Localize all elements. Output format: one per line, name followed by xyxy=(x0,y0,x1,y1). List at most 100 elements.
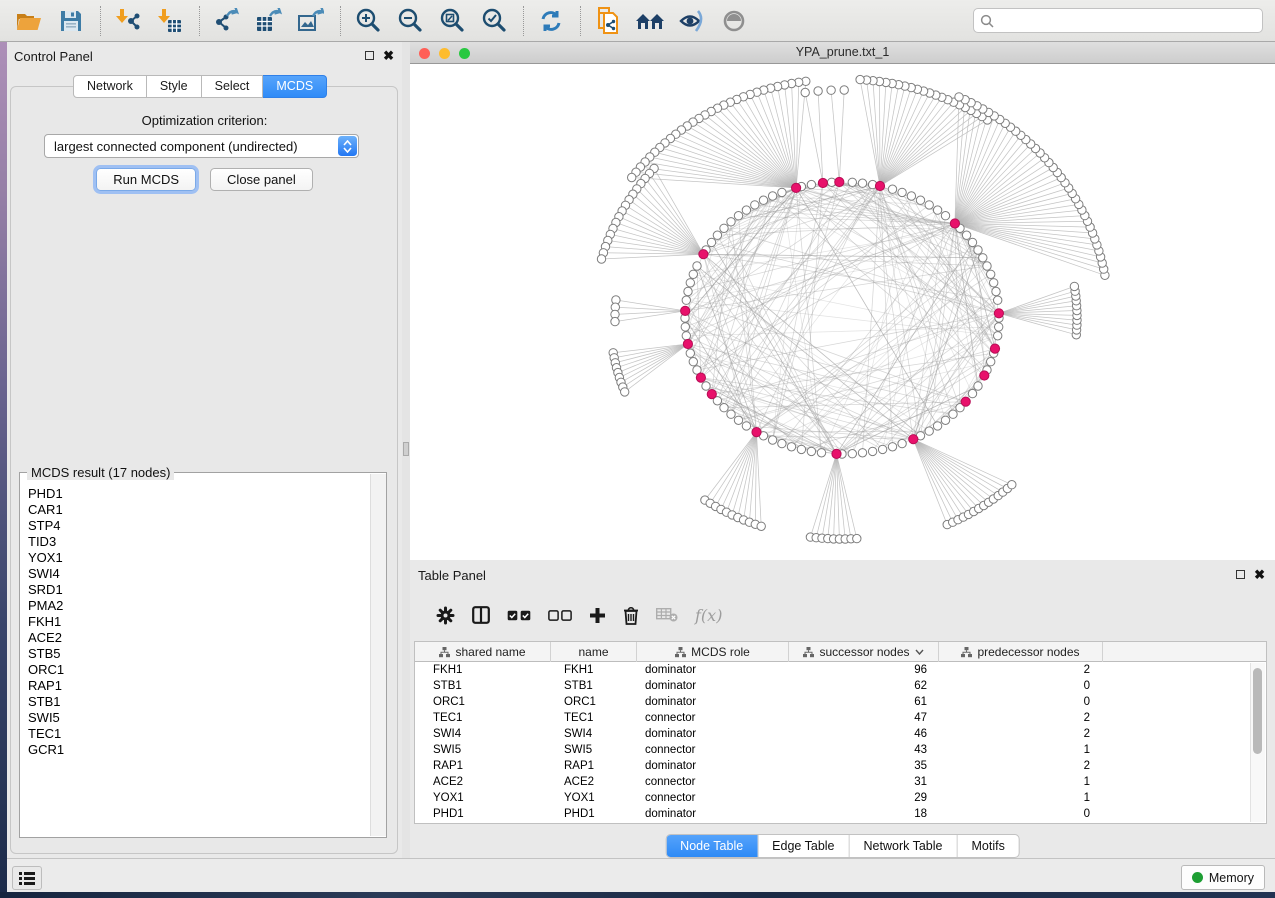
network-node[interactable] xyxy=(611,317,619,325)
mcds-result-item[interactable]: TID3 xyxy=(28,534,371,550)
add-column-icon[interactable] xyxy=(589,607,606,624)
import-network-icon[interactable] xyxy=(111,5,145,37)
export-table-icon[interactable] xyxy=(252,5,286,37)
mcds-dominator-node[interactable] xyxy=(835,177,844,186)
mcds-dominator-node[interactable] xyxy=(683,339,692,348)
export-network-icon[interactable] xyxy=(210,5,244,37)
network-node[interactable] xyxy=(974,382,982,390)
network-node[interactable] xyxy=(727,218,735,226)
network-node[interactable] xyxy=(941,416,949,424)
memory-button[interactable]: Memory xyxy=(1181,865,1265,890)
close-panel-icon[interactable]: ✖ xyxy=(1254,570,1265,579)
hide-selected-icon[interactable] xyxy=(675,5,709,37)
network-node[interactable] xyxy=(955,93,963,101)
mcds-dominator-node[interactable] xyxy=(707,390,716,399)
network-node[interactable] xyxy=(759,196,767,204)
select-all-icon[interactable] xyxy=(507,610,531,621)
network-node[interactable] xyxy=(797,445,805,453)
network-node[interactable] xyxy=(757,522,765,530)
network-node[interactable] xyxy=(720,224,728,232)
search-input[interactable] xyxy=(999,13,1262,29)
network-node[interactable] xyxy=(933,206,941,214)
mcds-dominator-node[interactable] xyxy=(752,428,761,437)
mcds-result-item[interactable]: STP4 xyxy=(28,518,371,534)
network-node[interactable] xyxy=(925,427,933,435)
mcds-dominator-node[interactable] xyxy=(990,344,999,353)
network-node[interactable] xyxy=(807,447,815,455)
mcds-dominator-node[interactable] xyxy=(681,306,690,315)
network-node[interactable] xyxy=(768,436,776,444)
task-history-button[interactable] xyxy=(12,866,42,890)
network-node[interactable] xyxy=(974,246,982,254)
network-node[interactable] xyxy=(949,410,957,418)
network-node[interactable] xyxy=(682,332,690,340)
tab-node-table[interactable]: Node Table xyxy=(666,835,758,857)
column-header-MCDS-role[interactable]: MCDS role xyxy=(637,642,789,662)
close-panel-button[interactable]: Close panel xyxy=(210,168,313,191)
close-panel-icon[interactable]: ✖ xyxy=(383,51,394,60)
show-graphics-details-icon[interactable] xyxy=(717,5,751,37)
network-node[interactable] xyxy=(742,206,750,214)
column-header-successor-nodes[interactable]: successor nodes xyxy=(789,642,939,662)
mcds-result-item[interactable]: TEC1 xyxy=(28,726,371,742)
network-node[interactable] xyxy=(628,173,636,181)
network-node[interactable] xyxy=(888,443,896,451)
network-node[interactable] xyxy=(907,192,915,200)
zoom-selected-icon[interactable] xyxy=(477,5,511,37)
network-node[interactable] xyxy=(597,255,605,263)
network-node[interactable] xyxy=(801,88,809,96)
mcds-result-item[interactable]: STB1 xyxy=(28,694,371,710)
zoom-in-icon[interactable] xyxy=(351,5,385,37)
network-node[interactable] xyxy=(807,180,815,188)
network-node[interactable] xyxy=(987,358,995,366)
network-node[interactable] xyxy=(689,358,697,366)
tab-style[interactable]: Style xyxy=(147,75,202,98)
mcds-dominator-node[interactable] xyxy=(980,371,989,380)
tab-edge-table[interactable]: Edge Table xyxy=(758,835,849,857)
network-node[interactable] xyxy=(878,445,886,453)
network-node[interactable] xyxy=(1070,282,1078,290)
mcds-dominator-node[interactable] xyxy=(699,250,708,259)
network-node[interactable] xyxy=(778,188,786,196)
mcds-result-item[interactable]: SWI4 xyxy=(28,566,371,582)
table-row[interactable]: SWI5SWI5connector431 xyxy=(415,742,1266,758)
network-node[interactable] xyxy=(853,534,861,542)
show-columns-icon[interactable] xyxy=(472,606,490,624)
network-node[interactable] xyxy=(720,404,728,412)
tab-motifs[interactable]: Motifs xyxy=(957,835,1018,857)
zoom-out-icon[interactable] xyxy=(393,5,427,37)
mcds-result-scrollbar[interactable] xyxy=(370,474,386,836)
mcds-result-item[interactable]: GCR1 xyxy=(28,742,371,758)
mcds-result-item[interactable]: SRD1 xyxy=(28,582,371,598)
table-settings-icon[interactable] xyxy=(436,606,455,625)
network-node[interactable] xyxy=(983,262,991,270)
run-mcds-button[interactable]: Run MCDS xyxy=(96,168,196,191)
mcds-dominator-node[interactable] xyxy=(950,219,959,228)
network-node[interactable] xyxy=(742,422,750,430)
network-node[interactable] xyxy=(858,179,866,187)
table-row[interactable]: YOX1YOX1connector291 xyxy=(415,790,1266,806)
table-row[interactable]: RAP1RAP1dominator352 xyxy=(415,758,1266,774)
network-node[interactable] xyxy=(968,389,976,397)
network-canvas[interactable] xyxy=(410,64,1275,560)
open-file-icon[interactable] xyxy=(12,5,46,37)
splitter-grip[interactable] xyxy=(403,442,409,456)
table-row[interactable]: TEC1TEC1connector472 xyxy=(415,710,1266,726)
table-row[interactable]: SWI4SWI4dominator462 xyxy=(415,726,1266,742)
float-panel-icon[interactable] xyxy=(365,51,374,60)
mcds-dominator-node[interactable] xyxy=(875,181,884,190)
vertical-splitter[interactable] xyxy=(402,42,410,858)
table-row[interactable]: ORC1ORC1dominator610 xyxy=(415,694,1266,710)
search-box[interactable] xyxy=(973,8,1263,33)
network-node[interactable] xyxy=(734,212,742,220)
column-header-name[interactable]: name xyxy=(551,642,637,662)
network-node[interactable] xyxy=(990,279,998,287)
network-node[interactable] xyxy=(848,450,856,458)
network-node[interactable] xyxy=(827,86,835,94)
network-node[interactable] xyxy=(684,287,692,295)
tab-mcds[interactable]: MCDS xyxy=(263,75,327,98)
network-node[interactable] xyxy=(979,254,987,262)
mcds-dominator-node[interactable] xyxy=(696,373,705,382)
network-node[interactable] xyxy=(856,75,864,83)
mcds-dominator-node[interactable] xyxy=(961,397,970,406)
